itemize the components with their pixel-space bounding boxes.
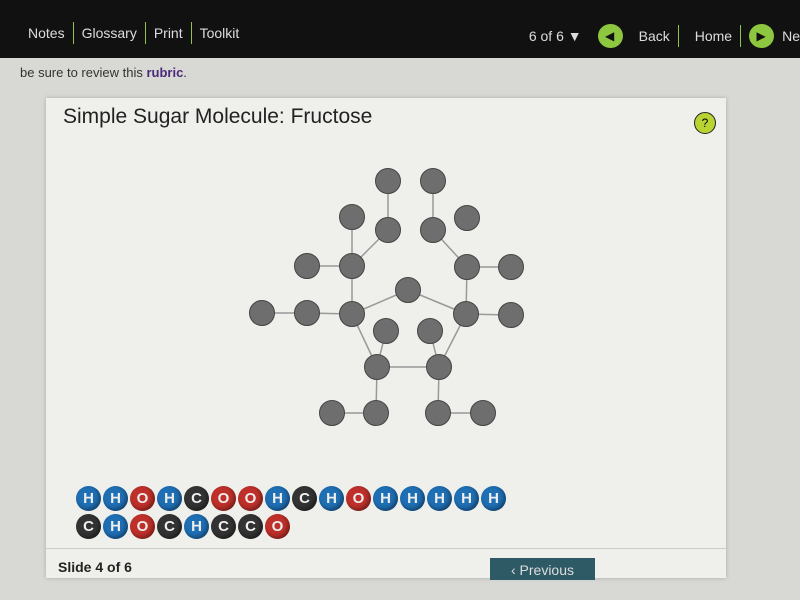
atom-H[interactable]: H [76,486,101,511]
atom-O[interactable]: O [130,514,155,539]
atom-drop-slot[interactable] [339,301,365,327]
atom-drop-slot[interactable] [453,301,479,327]
glossary-link[interactable]: Glossary [74,22,146,44]
atom-C[interactable]: C [211,514,236,539]
atom-drop-slot[interactable] [364,354,390,380]
back-arrow-icon[interactable]: ◀ [597,24,623,48]
atom-drop-slot[interactable] [498,302,524,328]
back-button[interactable]: Back [631,25,679,47]
intro-sentence: be sure to review this [20,65,147,80]
atom-H[interactable]: H [400,486,425,511]
right-nav: 6 of 6 ▼ ◀ Back Home ▶ Ne [521,24,800,48]
atom-drop-slot[interactable] [426,354,452,380]
atom-drop-slot[interactable] [454,254,480,280]
atom-C[interactable]: C [184,486,209,511]
atom-drop-slot[interactable] [339,204,365,230]
atom-H[interactable]: H [319,486,344,511]
top-nav-bar: Notes Glossary Print Toolkit 6 of 6 ▼ ◀ … [0,0,800,58]
atom-drop-slot[interactable] [373,318,399,344]
intro-end: . [183,65,187,80]
atom-C[interactable]: C [238,514,263,539]
atom-H[interactable]: H [427,486,452,511]
notes-link[interactable]: Notes [20,22,74,44]
atom-O[interactable]: O [238,486,263,511]
print-link[interactable]: Print [146,22,192,44]
atom-drop-slot[interactable] [420,168,446,194]
atom-C[interactable]: C [76,514,101,539]
atom-drop-slot[interactable] [420,217,446,243]
atom-H[interactable]: H [103,514,128,539]
atom-drop-slot[interactable] [375,168,401,194]
left-nav: Notes Glossary Print Toolkit [20,22,247,44]
atom-drop-slot[interactable] [249,300,275,326]
atom-drop-slot[interactable] [319,400,345,426]
atom-row: HHOHCOOHCHOHHHHH [76,486,556,511]
help-button[interactable]: ? [694,112,716,134]
intro-text: be sure to review this rubric. [20,65,187,80]
atom-drop-slot[interactable] [395,277,421,303]
home-button[interactable]: Home [687,25,742,47]
atom-O[interactable]: O [265,514,290,539]
atom-drop-slot[interactable] [417,318,443,344]
atom-C[interactable]: C [157,514,182,539]
next-arrow-icon[interactable]: ▶ [749,24,775,48]
atom-drop-slot[interactable] [454,205,480,231]
rubric-link[interactable]: rubric [146,65,183,80]
atom-drop-slot[interactable] [294,300,320,326]
atom-C[interactable]: C [292,486,317,511]
atom-H[interactable]: H [373,486,398,511]
atom-drop-slot[interactable] [498,254,524,280]
atom-drop-slot[interactable] [363,400,389,426]
card-footer: Slide 4 of 6 ‹ Previous [46,548,726,580]
card-title: Simple Sugar Molecule: Fructose [63,105,373,128]
atom-drop-slot[interactable] [425,400,451,426]
atom-H[interactable]: H [454,486,479,511]
previous-button[interactable]: ‹ Previous [490,558,595,580]
toolkit-link[interactable]: Toolkit [192,22,248,44]
atom-drop-slot[interactable] [339,253,365,279]
atom-drop-slot[interactable] [294,253,320,279]
atom-H[interactable]: H [184,514,209,539]
activity-card: Simple Sugar Molecule: Fructose ? HHOHCO… [46,98,726,580]
atom-drop-slot[interactable] [375,217,401,243]
next-button[interactable]: Ne [782,25,800,47]
molecule-diagram [249,168,524,426]
atom-H[interactable]: H [481,486,506,511]
atom-O[interactable]: O [346,486,371,511]
slide-counter: Slide 4 of 6 [58,559,132,575]
atom-O[interactable]: O [211,486,236,511]
atom-bank: HHOHCOOHCHOHHHHHCHOCHCCO [76,486,556,542]
atom-H[interactable]: H [103,486,128,511]
atom-row: CHOCHCCO [76,514,556,539]
atom-drop-slot[interactable] [470,400,496,426]
atom-H[interactable]: H [157,486,182,511]
page-dropdown[interactable]: 6 of 6 ▼ [521,25,590,47]
atom-O[interactable]: O [130,486,155,511]
atom-H[interactable]: H [265,486,290,511]
